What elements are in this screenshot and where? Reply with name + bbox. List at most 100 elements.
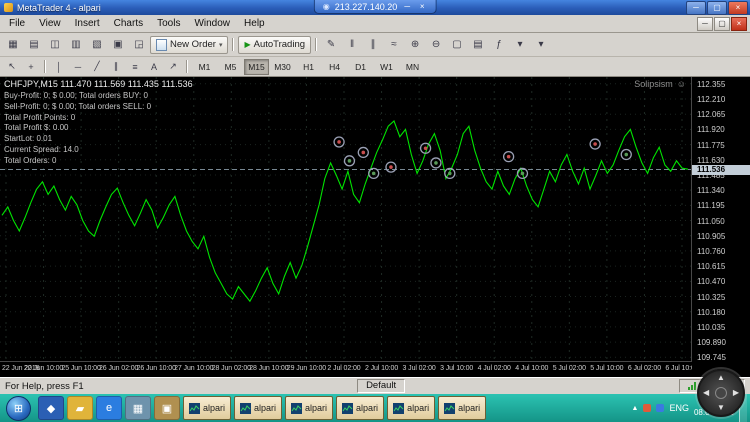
close-button[interactable]: ×	[728, 1, 748, 15]
fibonacci-icon[interactable]: ≡	[126, 59, 144, 75]
menu-window[interactable]: Window	[187, 17, 237, 30]
periods-dropdown-icon[interactable]: ▾	[510, 35, 530, 54]
market-watch-icon[interactable]: ◫	[45, 35, 65, 54]
time-axis-label: 22 Jun 10:00	[24, 365, 63, 372]
pan-left-icon: ◀	[703, 389, 709, 397]
autotrading-label: AutoTrading	[254, 39, 305, 50]
arrows-icon[interactable]: ↗	[164, 59, 182, 75]
tray-expand-icon[interactable]: ▲	[632, 405, 639, 412]
timeframe-d1[interactable]: D1	[348, 59, 373, 75]
taskbar-app-alpari[interactable]: alpari	[387, 396, 435, 420]
new-order-button[interactable]: New Order▾	[150, 36, 228, 54]
menu-view[interactable]: View	[32, 17, 68, 30]
language-indicator[interactable]: ENG	[669, 403, 689, 413]
timeframe-h4[interactable]: H4	[322, 59, 347, 75]
horizontal-line-icon[interactable]: ─	[69, 59, 87, 75]
zoom-out-icon[interactable]: ⊖	[426, 35, 446, 54]
metaeditor-icon[interactable]: ✎	[321, 35, 341, 54]
templates-dropdown-icon[interactable]: ▾	[531, 35, 551, 54]
ea-info-line: Total Orders: 0	[4, 156, 151, 167]
menu-tools[interactable]: Tools	[150, 17, 187, 30]
menu-charts[interactable]: Charts	[107, 17, 150, 30]
time-axis-label: 26 Jun 10:00	[137, 365, 176, 372]
quick-launch-app3-icon[interactable]: ▣	[154, 396, 180, 420]
taskbar-app-alpari[interactable]: alpari	[234, 396, 282, 420]
trade-marker-dot	[507, 155, 511, 159]
quick-launch-app-icon[interactable]: ◆	[38, 396, 64, 420]
cascade-windows-icon[interactable]: ▤	[468, 35, 488, 54]
tray-app2-icon[interactable]	[656, 404, 664, 412]
data-window-icon[interactable]: ▥	[66, 35, 86, 54]
price-axis-label: 111.340	[697, 186, 725, 195]
child-minimize-button[interactable]: ─	[697, 17, 713, 31]
cursor-icon[interactable]: ↖	[3, 59, 21, 75]
remote-pan-control[interactable]: ▲ ▼ ◀ ▶	[697, 369, 745, 417]
navigator-icon[interactable]: ▧	[87, 35, 107, 54]
crosshair-icon[interactable]: +	[22, 59, 40, 75]
profiles-icon[interactable]: ▤	[24, 35, 44, 54]
timeframe-w1[interactable]: W1	[374, 59, 399, 75]
text-icon[interactable]: A	[145, 59, 163, 75]
taskbar-app-alpari[interactable]: alpari	[285, 396, 333, 420]
timeframe-m30[interactable]: M30	[270, 59, 295, 75]
timeframe-m1[interactable]: M1	[192, 59, 217, 75]
bar-chart-icon[interactable]: ‖	[342, 35, 362, 54]
pan-up-icon: ▲	[717, 374, 725, 382]
child-restore-button[interactable]: ▢	[714, 17, 730, 31]
autotrading-button[interactable]: ▶AutoTrading	[238, 36, 311, 54]
new-chart-icon[interactable]: ▦	[3, 35, 23, 54]
ea-label[interactable]: Solipsism ☺	[634, 79, 686, 89]
price-axis-label: 110.325	[697, 293, 725, 302]
taskbar-app-alpari[interactable]: alpari	[438, 396, 486, 420]
strategy-tester-icon[interactable]: ◲	[129, 35, 149, 54]
chart-area[interactable]: CHFJPY,M15 111.470 111.569 111.435 111.5…	[0, 77, 750, 377]
menu-bar: FileViewInsertChartsToolsWindowHelp ─ ▢ …	[0, 15, 750, 33]
timeframe-h1[interactable]: H1	[296, 59, 321, 75]
taskbar-app-alpari[interactable]: alpari	[183, 396, 231, 420]
timeframe-m15[interactable]: M15	[244, 59, 269, 75]
pin-icon[interactable]: ◉	[323, 2, 330, 11]
rdp-close-button[interactable]: ×	[417, 2, 427, 11]
browser-icon[interactable]: e	[96, 396, 122, 420]
pan-center-icon	[715, 387, 727, 399]
rdp-connection-bar[interactable]: ◉ 213.227.140.20 ─ ×	[314, 0, 437, 14]
time-axis[interactable]: 22 Jun 201822 Jun 10:0025 Jun 10:0026 Ju…	[0, 361, 692, 377]
child-close-button[interactable]: ×	[731, 17, 747, 31]
time-axis-label: 3 Jul 10:00	[440, 365, 473, 372]
channel-icon[interactable]: ∥	[107, 59, 125, 75]
candlestick-icon[interactable]: ∥	[363, 35, 383, 54]
minimize-button[interactable]: ─	[686, 1, 706, 15]
price-axis[interactable]: 112.355112.210112.065111.920111.775111.6…	[691, 77, 750, 362]
new-order-label: New Order	[170, 39, 216, 50]
trendline-icon[interactable]: ╱	[88, 59, 106, 75]
zoom-in-icon[interactable]: ⊕	[405, 35, 425, 54]
trade-marker-dot	[389, 165, 393, 169]
tile-windows-icon[interactable]: ▢	[447, 35, 467, 54]
tray-app-icon[interactable]	[643, 404, 651, 412]
separator	[44, 60, 46, 73]
taskbar-app-label: alpari	[254, 403, 276, 413]
profile-selector[interactable]: Default	[357, 379, 405, 393]
rdp-minimize-button[interactable]: ─	[402, 2, 412, 11]
timeframe-mn[interactable]: MN	[400, 59, 425, 75]
menu-insert[interactable]: Insert	[68, 17, 107, 30]
timeframe-m5[interactable]: M5	[218, 59, 243, 75]
taskbar-app-label: alpari	[356, 403, 378, 413]
time-axis-label: 6 Jul 10:00	[665, 365, 692, 372]
terminal-icon[interactable]: ▣	[108, 35, 128, 54]
menu-file[interactable]: File	[2, 17, 32, 30]
price-axis-label: 110.760	[697, 247, 725, 256]
time-axis-label: 5 Jul 02:00	[553, 365, 586, 372]
connection-bars-icon	[688, 382, 697, 390]
maximize-button[interactable]: ▢	[707, 1, 727, 15]
price-axis-label: 111.630	[697, 156, 725, 165]
menu-help[interactable]: Help	[237, 17, 272, 30]
start-button[interactable]: ⊞	[6, 396, 31, 421]
folder-icon[interactable]: ▰	[67, 396, 93, 420]
taskbar-app-alpari[interactable]: alpari	[336, 396, 384, 420]
quick-launch-app2-icon[interactable]: ▦	[125, 396, 151, 420]
toolbar-line-studies-timeframes: ↖+ │─╱∥≡A↗ M1M5M15M30H1H4D1W1MN	[0, 57, 750, 77]
vertical-line-icon[interactable]: │	[50, 59, 68, 75]
indicators-icon[interactable]: ƒ	[489, 35, 509, 54]
line-chart-icon[interactable]: ≈	[384, 35, 404, 54]
